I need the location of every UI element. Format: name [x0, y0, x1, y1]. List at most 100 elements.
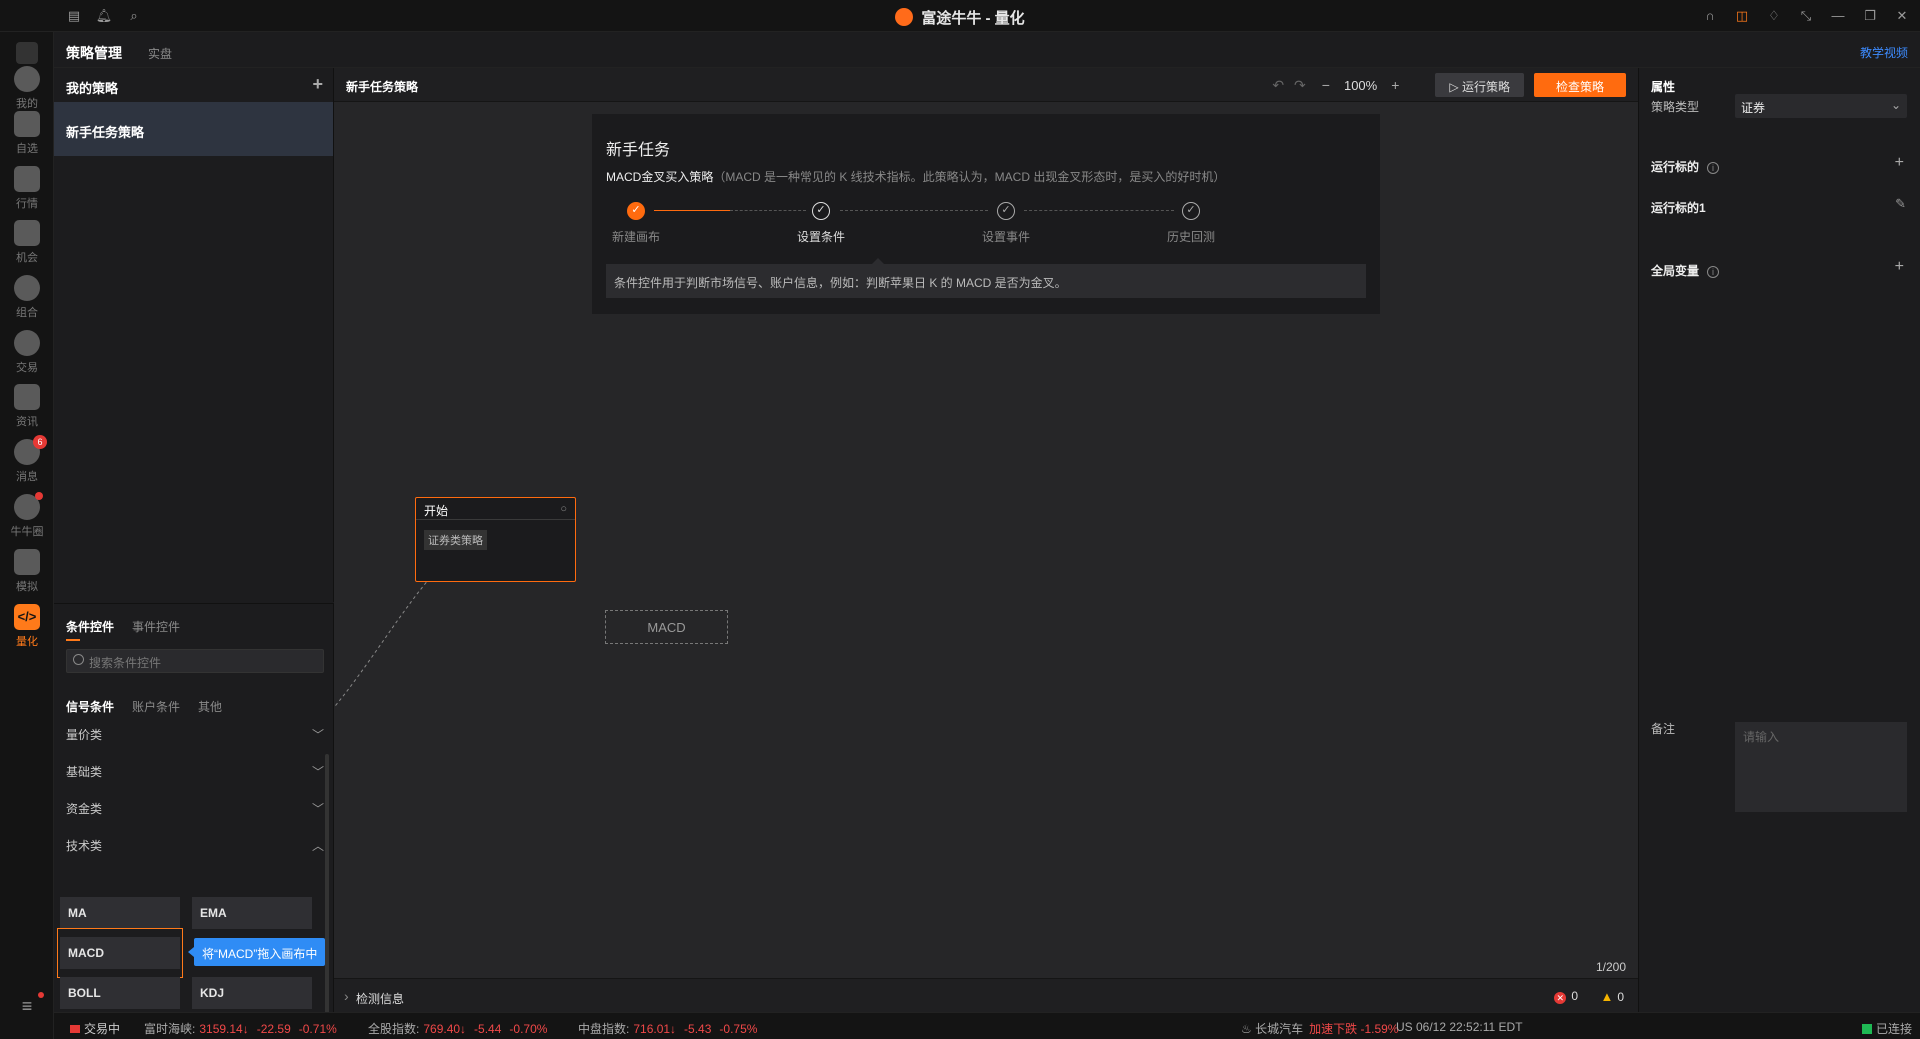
nav-item-market[interactable]: 行情 — [0, 166, 54, 211]
step-label: 新建画布 — [611, 230, 660, 244]
step-label: 设置条件 — [796, 230, 845, 244]
info-icon[interactable]: i — [1707, 162, 1720, 174]
category-technical[interactable]: 技术类 ︿ — [66, 837, 328, 854]
add-global-var-icon[interactable]: + — [1895, 258, 1904, 276]
index-value: 716.01↓ — [633, 1022, 677, 1036]
strategy-canvas[interactable]: 新手任务 MACD金叉买入策略（MACD 是一种常见的 K 线技术指标。此策略认… — [334, 102, 1638, 978]
strategy-type-tag: 证券类策略 — [424, 530, 487, 550]
nav-item-community[interactable]: 牛牛圈 — [0, 492, 54, 539]
check-strategy-button[interactable]: 检查策略 — [1533, 73, 1626, 97]
news-ticker[interactable]: ♨ 长城汽车 加速下跌 -1.59% — [1241, 1020, 1398, 1037]
detection-info-label[interactable]: 检测信息 — [344, 988, 404, 1007]
search-icon — [73, 654, 84, 665]
tab-live[interactable]: 实盘 — [148, 45, 172, 62]
nav-label: 组合 — [16, 307, 38, 319]
play-icon: ▷ — [1449, 80, 1462, 94]
run-strategy-button[interactable]: ▷ 运行策略 — [1435, 73, 1524, 97]
tab-event-controls[interactable]: 事件控件 — [132, 618, 180, 635]
zoom-in-icon[interactable]: + — [1391, 77, 1399, 93]
control-tile-kdj[interactable]: KDJ — [192, 977, 312, 1009]
drag-tooltip: 将“MACD”拖入画布中 — [187, 938, 326, 966]
category-capital[interactable]: 资金类 ﹀ — [66, 800, 328, 817]
category-label: 基础类 — [66, 765, 103, 779]
title-bar: ▤ 🔔︎ ⌕ 富途牛牛 - 量化 ∩ ◫ ♢ ⤡ — ❐ ✕ — [0, 0, 1920, 32]
tab-signal-conditions[interactable]: 信号条件 — [66, 698, 114, 715]
window-controls: ∩ ◫ ♢ ⤡ — ❐ ✕ — [1702, 7, 1910, 23]
run-target-item[interactable]: 运行标的1 — [1651, 199, 1706, 216]
index-value: 769.40↓ — [423, 1022, 467, 1036]
note-textarea[interactable]: 请输入 — [1735, 722, 1907, 812]
nav-item-news[interactable]: 资讯 — [0, 384, 54, 429]
control-tile-boll[interactable]: BOLL — [60, 977, 180, 1009]
close-icon[interactable]: ✕ — [1894, 7, 1910, 23]
control-tile-ema[interactable]: EMA — [192, 897, 312, 929]
nav-item-trade[interactable]: 交易 — [0, 330, 54, 375]
nav-item-opportunity[interactable]: 机会 — [0, 220, 54, 265]
nav-item-quant[interactable]: </> 量化 — [0, 604, 54, 649]
tab-account-conditions[interactable]: 账户条件 — [132, 698, 180, 715]
minimize-icon[interactable]: — — [1830, 7, 1846, 23]
step-label: 历史回测 — [1166, 230, 1215, 244]
index-quote[interactable]: 富时海峡: 3159.14↓ -22.59 -0.71% — [144, 1020, 337, 1037]
tab-condition-controls[interactable]: 条件控件 — [66, 618, 114, 641]
menu-button[interactable]: ≡ — [0, 992, 54, 1015]
strategy-type-select[interactable]: 证券 ⌄ — [1735, 94, 1907, 118]
panel-scrollbar[interactable] — [325, 754, 329, 1014]
nav-item-watchlist[interactable]: 自选 — [0, 111, 54, 156]
control-tile-ma[interactable]: MA — [60, 897, 180, 929]
index-quote[interactable]: 全股指数: 769.40↓ -5.44 -0.70% — [368, 1020, 547, 1037]
strategy-list-item[interactable]: 新手任务策略 — [54, 102, 333, 156]
search-condition-input[interactable]: 搜索条件控件 — [66, 649, 324, 673]
nav-label: 模拟 — [16, 581, 38, 593]
category-label: 资金类 — [66, 802, 103, 816]
app-title-text: 富途牛牛 - 量化 — [921, 10, 1025, 27]
detection-bar[interactable]: 检测信息 ✕0 ▲0 — [334, 978, 1638, 1012]
canvas-toolbar: ↶ ↷ − 100% + ▷ 运行策略 检查策略 — [1272, 73, 1626, 97]
nav-item-messages[interactable]: 6 消息 — [0, 435, 54, 484]
canvas-title: 新手任务策略 — [346, 80, 419, 94]
user-icon — [14, 66, 40, 92]
nav-label: 资讯 — [16, 416, 38, 428]
control-tile-macd[interactable]: MACD — [60, 937, 180, 969]
nav-item-simulate[interactable]: 模拟 — [0, 549, 54, 594]
tab-other[interactable]: 其他 — [198, 698, 222, 715]
undo-icon[interactable]: ↶ — [1272, 77, 1284, 94]
index-change: -5.44 — [474, 1022, 502, 1036]
collapse-icon[interactable]: ⤡ — [1798, 7, 1814, 23]
strategy-type-label: 策略类型 — [1651, 100, 1700, 114]
trade-icon — [14, 330, 40, 356]
nav-item-me[interactable]: 我的 — [0, 66, 54, 111]
start-node[interactable]: 开始 ○ 证券类策略 — [415, 497, 576, 582]
check-icon: ✓ — [1182, 202, 1200, 220]
info-icon[interactable]: i — [1707, 266, 1720, 278]
control-type-tabs: 条件控件 事件控件 — [66, 618, 180, 641]
category-price-volume[interactable]: 量价类 ﹀ — [66, 726, 328, 743]
restore-icon[interactable]: ❐ — [1862, 7, 1878, 23]
index-quote[interactable]: 中盘指数: 716.01↓ -5.43 -0.75% — [578, 1020, 757, 1037]
shirt-icon[interactable]: ♢ — [1766, 7, 1782, 23]
news-text: 加速下跌 -1.59% — [1309, 1022, 1399, 1036]
nav-item-portfolio[interactable]: 组合 — [0, 275, 54, 320]
add-target-icon[interactable]: + — [1895, 154, 1904, 172]
bag-icon[interactable]: ◫ — [1734, 7, 1750, 23]
nav-avatar[interactable] — [0, 42, 54, 67]
tutorial-video-link[interactable]: 教学视频 — [1860, 44, 1908, 61]
redo-icon[interactable]: ↷ — [1294, 77, 1306, 94]
task-strategy-name: MACD金叉买入策略 — [606, 170, 714, 184]
nav-label: 消息 — [16, 471, 38, 483]
nav-label: 机会 — [16, 252, 38, 264]
edit-icon[interactable]: ✎ — [1895, 196, 1906, 212]
tab-strategy-management[interactable]: 策略管理 — [66, 43, 122, 63]
output-port-icon[interactable]: ○ — [560, 503, 567, 515]
add-strategy-icon[interactable]: + — [312, 74, 323, 95]
strategy-type-value: 证券 — [1741, 101, 1766, 115]
global-vars-header: 全局变量 i — [1651, 262, 1720, 279]
check-icon: ✓ — [627, 202, 645, 220]
headset-icon[interactable]: ∩ — [1702, 7, 1718, 23]
zoom-out-icon[interactable]: − — [1322, 77, 1330, 93]
document-icon — [14, 384, 40, 410]
warning-count: ▲ 0 — [1600, 989, 1624, 1004]
nav-label: 自选 — [16, 143, 38, 155]
run-targets-header: 运行标的 i — [1651, 158, 1720, 175]
category-fundamental[interactable]: 基础类 ﹀ — [66, 763, 328, 780]
